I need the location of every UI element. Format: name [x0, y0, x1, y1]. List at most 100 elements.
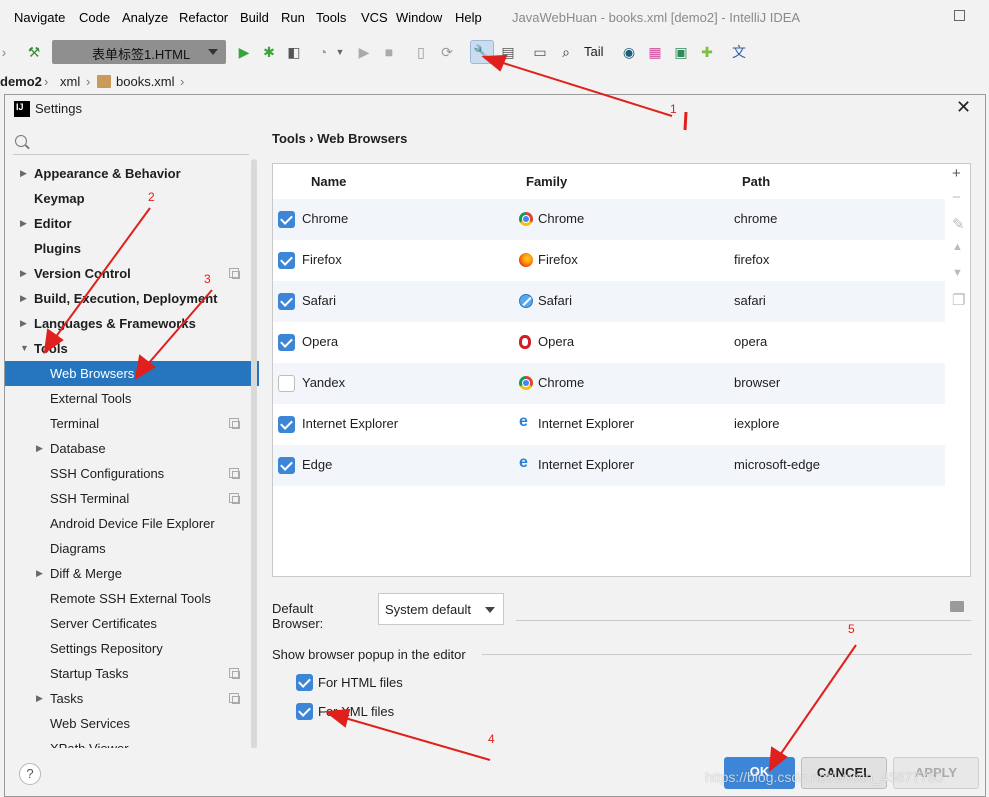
- xml-files-checkbox[interactable]: [296, 703, 313, 720]
- browser-name-cell[interactable]: Internet Explorer: [302, 416, 398, 431]
- table-row[interactable]: Firefox Firefox firefox: [273, 240, 945, 281]
- chevron-right-icon[interactable]: ▶: [20, 161, 27, 186]
- browser-family-cell[interactable]: Safari: [538, 293, 572, 308]
- default-browser-select[interactable]: System default: [378, 593, 504, 625]
- maximize-icon[interactable]: [954, 10, 965, 21]
- sidebar-item[interactable]: Settings Repository: [5, 636, 259, 661]
- browser-path-cell[interactable]: iexplore: [734, 416, 780, 431]
- browser-active-checkbox[interactable]: [278, 416, 295, 433]
- copy-icon[interactable]: ❐: [952, 291, 965, 309]
- translate-icon[interactable]: 文: [729, 42, 749, 62]
- menu-analyze[interactable]: Analyze: [122, 10, 168, 25]
- chevron-right-icon[interactable]: ▶: [20, 211, 27, 236]
- move-down-icon[interactable]: ▼: [952, 267, 963, 279]
- close-icon[interactable]: ✕: [956, 97, 971, 118]
- browser-family-cell[interactable]: Internet Explorer: [538, 416, 634, 431]
- settings-search-input[interactable]: [13, 131, 249, 155]
- sidebar-item[interactable]: ▶ Database: [5, 436, 259, 461]
- folder-icon[interactable]: [950, 601, 964, 612]
- menu-vcs[interactable]: VCS: [361, 10, 388, 25]
- breadcrumb-project[interactable]: demo2: [0, 74, 42, 89]
- browser-name-cell[interactable]: Safari: [302, 293, 336, 308]
- chevron-down-icon[interactable]: ▼: [20, 336, 29, 361]
- help-button[interactable]: ?: [19, 763, 41, 785]
- browser-path-cell[interactable]: chrome: [734, 211, 777, 226]
- chevron-right-icon[interactable]: ▶: [36, 561, 43, 586]
- sidebar-item[interactable]: SSH Configurations: [5, 461, 259, 486]
- debug-icon[interactable]: ✱: [259, 42, 279, 62]
- search-icon[interactable]: ⌕: [556, 42, 576, 62]
- html-files-checkbox[interactable]: [296, 674, 313, 691]
- table-row[interactable]: Yandex Chrome browser: [273, 363, 945, 404]
- browser-path-cell[interactable]: safari: [734, 293, 766, 308]
- browser-family-cell[interactable]: Internet Explorer: [538, 457, 634, 472]
- remove-icon[interactable]: −: [952, 189, 961, 206]
- chevron-down-icon[interactable]: ▼: [330, 42, 350, 62]
- nav-forward-icon[interactable]: ›: [0, 42, 14, 62]
- device-icon[interactable]: ▯: [411, 42, 431, 62]
- sidebar-item[interactable]: ▶ Tasks: [5, 686, 259, 711]
- table-row[interactable]: Opera Opera opera: [273, 322, 945, 363]
- add-icon[interactable]: +: [952, 165, 961, 182]
- chevron-right-icon[interactable]: ▶: [20, 311, 27, 336]
- table-row[interactable]: Chrome Chrome chrome: [273, 199, 945, 240]
- breadcrumb-file[interactable]: books.xml: [116, 74, 175, 89]
- sidebar-item[interactable]: Android Device File Explorer: [5, 511, 259, 536]
- browser-active-checkbox[interactable]: [278, 293, 295, 310]
- run-configuration-select[interactable]: 表单标签1.HTML: [52, 40, 226, 64]
- menu-refactor[interactable]: Refactor: [179, 10, 228, 25]
- sidebar-item[interactable]: ▶ Diff & Merge: [5, 561, 259, 586]
- browser-path-cell[interactable]: opera: [734, 334, 767, 349]
- menu-build[interactable]: Build: [240, 10, 269, 25]
- column-header-name[interactable]: Name: [311, 174, 346, 189]
- html-files-option[interactable]: For HTML files: [296, 674, 496, 694]
- chevron-right-icon[interactable]: ▶: [20, 261, 27, 286]
- coverage-icon[interactable]: ◧: [284, 42, 304, 62]
- column-header-path[interactable]: Path: [742, 174, 770, 189]
- sidebar-item[interactable]: Web Services: [5, 711, 259, 736]
- terminal-icon[interactable]: ▭: [530, 42, 550, 62]
- menu-window[interactable]: Window: [396, 10, 442, 25]
- browser-path-field[interactable]: [516, 620, 971, 621]
- table-row[interactable]: Edge e Internet Explorer microsoft-edge: [273, 445, 945, 486]
- chevron-right-icon[interactable]: ▶: [20, 286, 27, 311]
- sidebar-item[interactable]: ▼ Tools: [5, 336, 259, 361]
- chevron-right-icon[interactable]: ▶: [36, 436, 43, 461]
- xml-files-option[interactable]: For XML files: [296, 703, 496, 723]
- edit-icon[interactable]: ✎: [952, 215, 965, 233]
- menu-navigate[interactable]: Navigate: [14, 10, 65, 25]
- sidebar-item[interactable]: Terminal: [5, 411, 259, 436]
- browser-name-cell[interactable]: Yandex: [302, 375, 345, 390]
- browser-name-cell[interactable]: Chrome: [302, 211, 348, 226]
- query-icon[interactable]: ◉: [619, 42, 639, 62]
- puzzle-icon[interactable]: ✚: [697, 42, 717, 62]
- project-structure-icon[interactable]: ▤: [498, 42, 518, 62]
- browser-active-checkbox[interactable]: [278, 334, 295, 351]
- chevron-right-icon[interactable]: ▶: [36, 686, 43, 711]
- browser-family-cell[interactable]: Opera: [538, 334, 574, 349]
- browser-name-cell[interactable]: Firefox: [302, 252, 342, 267]
- sidebar-item[interactable]: Remote SSH External Tools: [5, 586, 259, 611]
- menu-code[interactable]: Code: [79, 10, 110, 25]
- plugin-grid-icon[interactable]: ▦: [645, 42, 665, 62]
- stop-icon[interactable]: ■: [379, 42, 399, 62]
- database-icon[interactable]: ▣: [671, 42, 691, 62]
- browser-name-cell[interactable]: Edge: [302, 457, 332, 472]
- table-row[interactable]: Safari Safari safari: [273, 281, 945, 322]
- sidebar-item[interactable]: Diagrams: [5, 536, 259, 561]
- sidebar-item[interactable]: External Tools: [5, 386, 259, 411]
- sidebar-item[interactable]: Web Browsers: [5, 361, 259, 386]
- browser-active-checkbox[interactable]: [278, 252, 295, 269]
- sidebar-scrollbar[interactable]: [251, 159, 257, 748]
- browser-path-cell[interactable]: browser: [734, 375, 780, 390]
- sidebar-item[interactable]: SSH Terminal: [5, 486, 259, 511]
- sidebar-item[interactable]: ▶ Languages & Frameworks: [5, 311, 259, 336]
- browser-active-checkbox[interactable]: [278, 211, 295, 228]
- browser-name-cell[interactable]: Opera: [302, 334, 338, 349]
- sidebar-item[interactable]: Server Certificates: [5, 611, 259, 636]
- browser-active-checkbox[interactable]: [278, 457, 295, 474]
- sidebar-item[interactable]: ▶ Build, Execution, Deployment: [5, 286, 259, 311]
- run-icon[interactable]: ▶: [234, 42, 254, 62]
- menu-run[interactable]: Run: [281, 10, 305, 25]
- browser-family-cell[interactable]: Chrome: [538, 375, 584, 390]
